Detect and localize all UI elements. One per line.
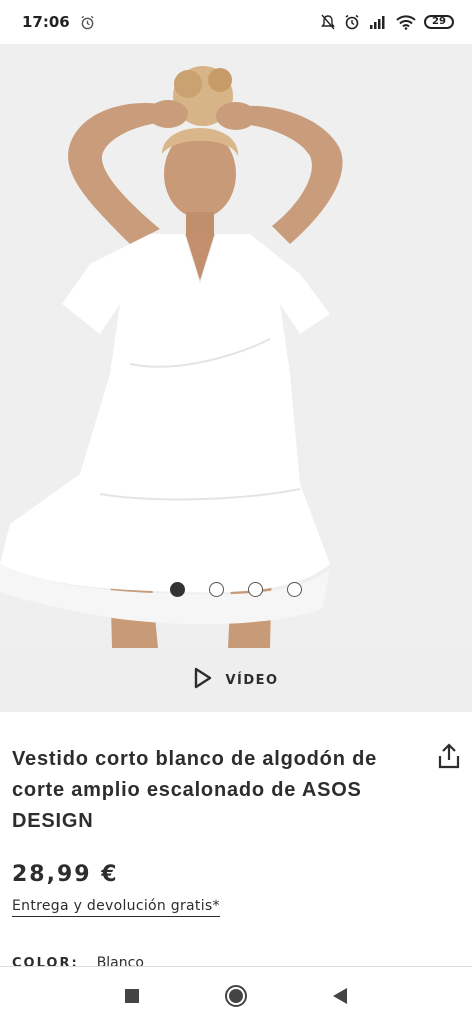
color-value: Blanco <box>96 955 144 966</box>
delivery-link[interactable]: Entrega y devolución gratis* <box>12 898 220 917</box>
alarm-icon <box>80 15 95 30</box>
product-image-gallery[interactable] <box>0 44 472 648</box>
gallery-dot[interactable] <box>287 582 302 597</box>
product-photo <box>0 44 472 648</box>
battery-level: 29 <box>432 16 446 27</box>
gallery-dot[interactable] <box>170 582 185 597</box>
status-time: 17:06 <box>22 13 70 31</box>
battery-icon: 29 <box>424 15 454 29</box>
gallery-dot[interactable] <box>209 582 224 597</box>
signal-icon <box>368 15 388 29</box>
status-bar: 17:06 29 <box>0 0 472 44</box>
color-selector[interactable]: COLOR: Blanco <box>12 954 144 966</box>
play-icon <box>193 667 213 693</box>
system-navigation-bar <box>0 967 472 1024</box>
wifi-icon <box>396 14 416 30</box>
back-icon[interactable] <box>323 979 357 1013</box>
color-label: COLOR: <box>12 956 79 966</box>
mute-icon <box>320 14 336 30</box>
video-label: VÍDEO <box>225 672 279 688</box>
share-button[interactable] <box>436 742 464 772</box>
share-icon <box>436 743 462 774</box>
home-icon[interactable] <box>219 979 253 1013</box>
alarm-icon <box>344 14 360 30</box>
gallery-dot[interactable] <box>248 582 263 597</box>
video-button[interactable]: VÍDEO <box>0 648 472 712</box>
recents-icon[interactable] <box>115 979 149 1013</box>
product-price: 28,99 € <box>12 862 119 887</box>
gallery-pagination <box>170 582 302 597</box>
product-title: Vestido corto blanco de algodón de corte… <box>12 748 378 832</box>
